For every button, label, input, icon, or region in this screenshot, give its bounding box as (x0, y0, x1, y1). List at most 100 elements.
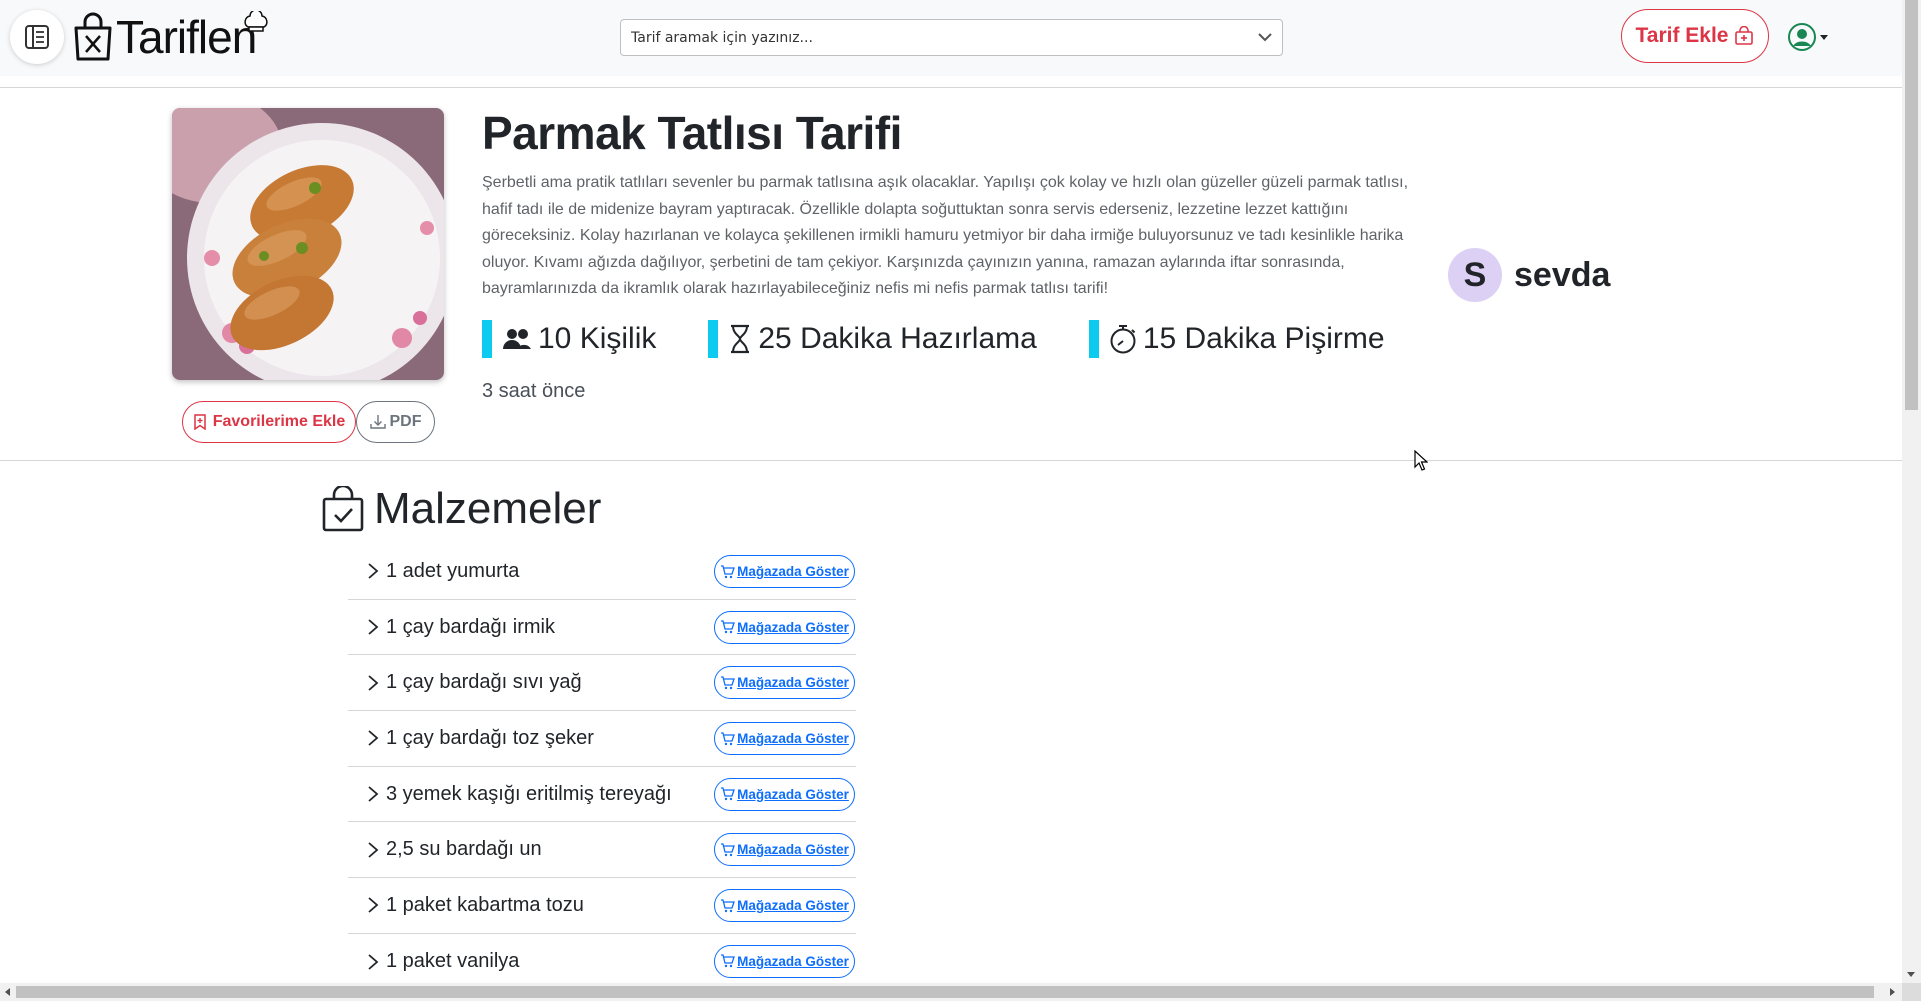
recipe-description: Şerbetli ama pratik tatlıları sevenler b… (482, 174, 1409, 297)
top-navbar: Tariflen Tarif Ekle (0, 0, 1902, 76)
scroll-down-arrow-icon[interactable] (1907, 972, 1915, 977)
show-in-store-button[interactable]: Mağazada Göster (714, 610, 855, 644)
show-in-store-button[interactable]: Mağazada Göster (714, 777, 855, 811)
ingredient-name: 1 paket kabartma tozu (386, 893, 584, 916)
cart-icon (721, 676, 735, 690)
cart-icon (721, 564, 735, 578)
recipe-stats: 10 Kişilik 25 Dakika Hazırlama 15 Dakika… (482, 320, 1437, 358)
chef-hat-icon (244, 11, 268, 32)
add-to-favorites-button[interactable]: Favorilerime Ekle (182, 401, 356, 443)
add-recipe-label: Tarif Ekle (1635, 24, 1729, 47)
show-in-store-label: Mağazada Göster (737, 731, 849, 747)
favorite-label: Favorilerime Ekle (212, 413, 346, 430)
chevron-right-icon (366, 895, 380, 915)
ingredient-item: 2,5 su bardağı un Mağazada Göster (348, 822, 856, 879)
cart-icon (721, 731, 735, 745)
ingredient-name: 3 yemek kaşığı eritilmiş tereyağı (386, 782, 672, 805)
sidebar-toggle-button[interactable] (10, 10, 64, 64)
author-name: sevda (1514, 255, 1611, 294)
cart-icon (721, 843, 735, 857)
ingredients-heading: Malzemeler (322, 484, 601, 534)
scroll-left-arrow-icon[interactable] (5, 988, 10, 996)
cart-icon (721, 620, 735, 634)
vertical-scrollbar-thumb[interactable] (1905, 0, 1918, 410)
recipe-image (172, 108, 444, 380)
show-in-store-label: Mağazada Göster (737, 842, 849, 858)
horizontal-scrollbar[interactable] (0, 983, 1902, 1001)
ingredient-name: 1 paket vanilya (386, 950, 520, 973)
pdf-download-button[interactable]: PDF (356, 401, 435, 443)
servings-text: 10 Kişilik (538, 322, 657, 355)
ingredient-name: 2,5 su bardağı un (386, 838, 542, 861)
caret-down-icon (1820, 35, 1828, 40)
search-select[interactable] (620, 19, 1283, 56)
show-in-store-label: Mağazada Göster (737, 953, 849, 969)
cart-icon (721, 898, 735, 912)
stat-accent-bar (708, 320, 719, 358)
bag-plus-icon (1735, 26, 1754, 45)
bag-check-icon (322, 486, 364, 532)
show-in-store-button[interactable]: Mağazada Göster (714, 889, 855, 923)
chevron-right-icon (366, 840, 380, 860)
ingredient-name: 1 çay bardağı irmik (386, 615, 555, 638)
show-in-store-label: Mağazada Göster (737, 564, 849, 579)
chevron-right-icon (366, 952, 380, 972)
author-profile-link[interactable]: S sevda (1448, 248, 1610, 302)
chevron-right-icon (366, 784, 380, 804)
posted-time: 3 saat önce (482, 380, 586, 402)
cook-time-text: 15 Dakika Pişirme (1142, 322, 1385, 355)
people-icon (503, 329, 531, 349)
show-in-store-label: Mağazada Göster (737, 786, 849, 802)
shopping-bag-utensils-icon (74, 12, 112, 61)
sidebar-icon (25, 25, 49, 49)
stat-accent-bar (482, 320, 492, 358)
stat-accent-bar (1088, 320, 1099, 358)
site-logo[interactable]: Tariflen (72, 10, 270, 64)
show-in-store-button[interactable]: Mağazada Göster (714, 666, 855, 700)
show-in-store-button[interactable]: Mağazada Göster (714, 722, 855, 756)
ingredients-heading-text: Malzemeler (374, 484, 602, 533)
add-recipe-button[interactable]: Tarif Ekle (1621, 9, 1769, 63)
chevron-right-icon (366, 673, 380, 693)
ingredient-item: 1 paket vanilya Mağazada Göster (348, 934, 856, 990)
download-icon (369, 415, 386, 429)
chevron-right-icon (366, 728, 380, 748)
ingredient-item: 1 çay bardağı sıvı yağ Mağazada Göster (348, 655, 856, 712)
show-in-store-label: Mağazada Göster (737, 675, 849, 691)
pdf-label: PDF (389, 413, 422, 430)
user-menu-dropdown[interactable] (1787, 22, 1829, 52)
section-divider (0, 460, 1902, 461)
bookmark-plus-icon (193, 414, 206, 430)
show-in-store-button[interactable]: Mağazada Göster (714, 944, 855, 978)
chevron-right-icon (366, 561, 380, 581)
recipe-title: Parmak Tatlısı Tarifi (482, 107, 902, 159)
ingredient-name: 1 çay bardağı sıvı yağ (386, 671, 582, 694)
ingredient-item: 1 çay bardağı toz şeker Mağazada Göster (348, 711, 856, 767)
prep-time-text: 25 Dakika Hazırlama (758, 322, 1037, 355)
user-avatar-icon (1788, 23, 1816, 51)
ingredient-item: 1 çay bardağı irmik Mağazada Göster (348, 600, 856, 656)
search-input[interactable] (631, 22, 1251, 53)
show-in-store-label: Mağazada Göster (737, 619, 849, 635)
vertical-scrollbar[interactable] (1902, 0, 1921, 983)
hourglass-icon (731, 324, 750, 354)
ingredient-name: 1 adet yumurta (386, 559, 520, 582)
ingredient-item: 1 paket kabartma tozu Mağazada Göster (348, 878, 856, 934)
show-in-store-button[interactable]: Mağazada Göster (714, 833, 855, 867)
ingredient-name: 1 çay bardağı toz şeker (386, 726, 594, 749)
chevron-right-icon (366, 617, 380, 637)
show-in-store-button[interactable]: Mağazada Göster (714, 555, 855, 588)
scrollbar-corner (1902, 983, 1921, 1001)
ingredient-item: 1 adet yumurta Mağazada Göster (348, 544, 856, 600)
show-in-store-label: Mağazada Göster (737, 898, 849, 914)
horizontal-scrollbar-thumb[interactable] (16, 986, 1874, 998)
stopwatch-icon (1110, 325, 1136, 354)
ingredients-list: 1 adet yumurta Mağazada Göster 1 çay bar… (348, 544, 856, 990)
cart-icon (721, 954, 735, 968)
prep-time-stat: 25 Dakika Hazırlama (708, 320, 1037, 358)
scroll-right-arrow-icon[interactable] (1890, 988, 1895, 996)
mouse-cursor-icon (1414, 450, 1428, 471)
logo-text: Tariflen (116, 11, 257, 63)
cart-icon (721, 787, 735, 801)
author-avatar: S (1448, 248, 1502, 302)
